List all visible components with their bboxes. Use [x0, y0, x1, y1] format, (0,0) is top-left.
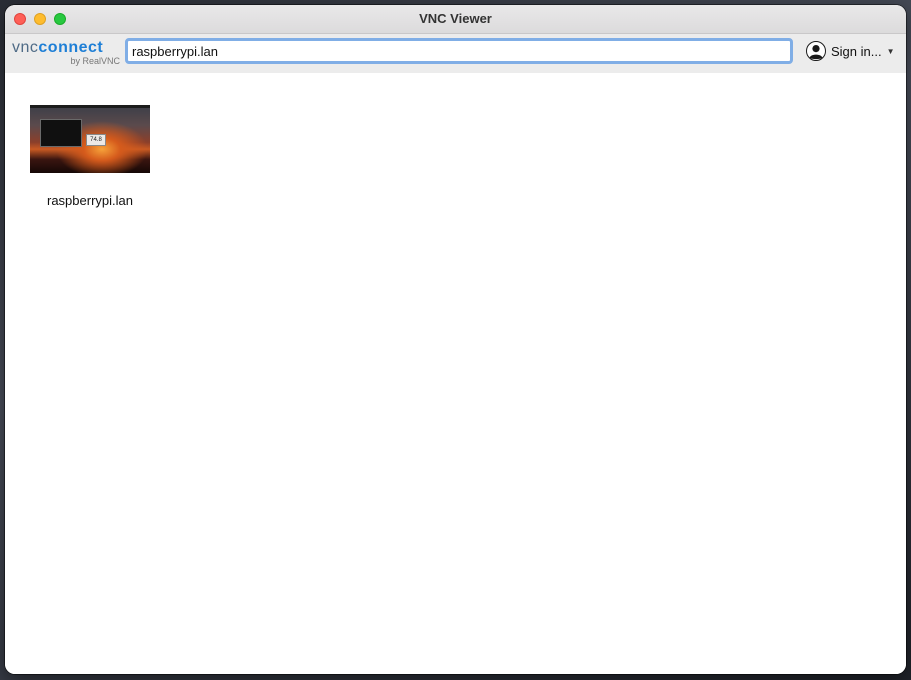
sign-in-label: Sign in...: [831, 43, 882, 59]
person-icon: [806, 41, 826, 61]
title-bar[interactable]: VNC Viewer: [5, 5, 906, 34]
logo-wordmark: vncconnect: [12, 39, 103, 57]
computer-tile[interactable]: 74.8 raspberrypi.lan: [30, 105, 150, 208]
sign-in-button[interactable]: Sign in... ▼: [806, 38, 895, 64]
logo-byline: by RealVNC: [70, 56, 120, 66]
computer-name-label: raspberrypi.lan: [47, 193, 133, 208]
toolbar: vncconnect by RealVNC Sign in... ▼: [5, 34, 906, 74]
chevron-down-icon: ▼: [886, 46, 895, 56]
thumbnail-terminal-window: [40, 119, 82, 147]
address-search-input[interactable]: [125, 38, 793, 64]
window-title: VNC Viewer: [419, 11, 492, 26]
logo-connect-text: connect: [38, 39, 104, 56]
address-book-area: 74.8 raspberrypi.lan: [5, 73, 906, 674]
logo-vnc-text: vnc: [12, 39, 39, 56]
computer-thumbnail: 74.8: [30, 105, 150, 173]
vnc-viewer-window: VNC Viewer vncconnect by RealVNC Sign in…: [5, 5, 906, 674]
thumbnail-dialog: 74.8: [86, 134, 106, 146]
thumbnail-taskbar: [30, 105, 150, 108]
vnc-connect-logo: vncconnect by RealVNC: [12, 39, 120, 69]
